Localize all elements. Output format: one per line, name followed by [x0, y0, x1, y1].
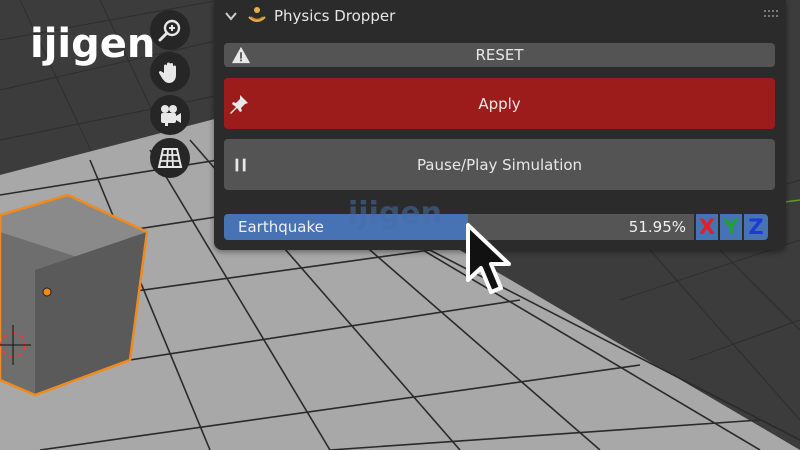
reset-label: RESET	[475, 46, 524, 64]
ijigen-logo: ijigen	[30, 21, 156, 67]
camera-button[interactable]	[150, 95, 190, 135]
drag-grip-icon[interactable]	[764, 10, 778, 18]
earthquake-label: Earthquake	[238, 218, 324, 236]
earthquake-slider[interactable]: Earthquake 51.95%	[224, 214, 694, 240]
pause-play-label: Pause/Play Simulation	[416, 155, 583, 174]
reset-button[interactable]: RESET	[224, 43, 775, 67]
pause-play-button[interactable]: Pause/Play Simulation	[224, 139, 775, 190]
mouse-pointer-icon	[466, 223, 511, 294]
zoom-button[interactable]	[150, 10, 190, 50]
apply-button[interactable]: Apply	[224, 78, 775, 129]
pin-icon	[228, 93, 250, 115]
axis-z-toggle[interactable]: Z	[744, 214, 768, 240]
grid-icon	[157, 148, 183, 168]
camera-icon	[161, 105, 181, 126]
zoom-icon	[158, 19, 181, 42]
panel-header[interactable]: Physics Dropper	[224, 2, 395, 30]
chevron-down-icon[interactable]	[224, 9, 238, 23]
pan-button[interactable]	[150, 52, 190, 92]
hand-icon	[158, 62, 176, 83]
earthquake-value: 51.95%	[628, 218, 686, 236]
physics-dropper-panel: Physics Dropper RESET Apply Pause/Play S…	[214, 0, 786, 250]
axis-x-toggle[interactable]: X	[696, 214, 718, 240]
axis-y-toggle[interactable]: Y	[720, 214, 742, 240]
panel-title: Physics Dropper	[274, 7, 396, 25]
grid-view-button[interactable]	[150, 138, 190, 178]
warning-icon	[230, 44, 252, 66]
pause-icon	[230, 154, 252, 176]
apply-label: Apply	[478, 94, 521, 113]
physics-dropper-icon	[248, 7, 266, 22]
